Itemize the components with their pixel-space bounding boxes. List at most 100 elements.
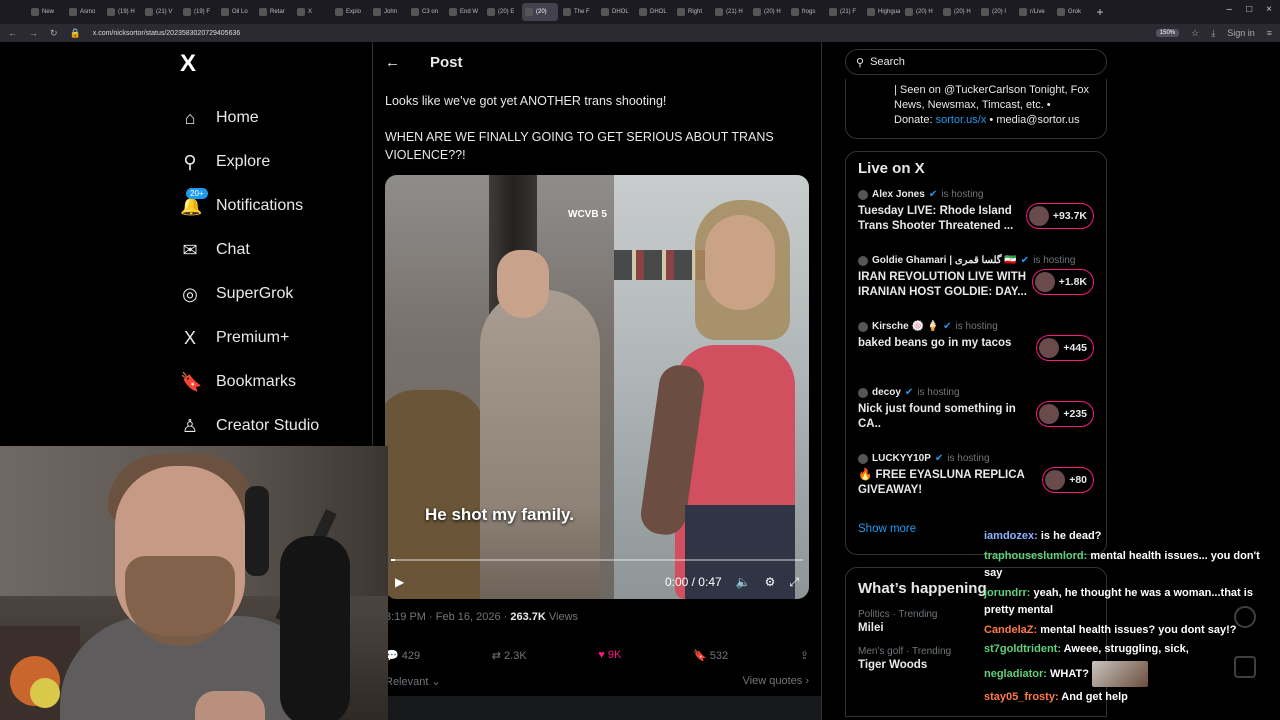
- browser-tab[interactable]: Retar: [256, 3, 292, 21]
- nav-premium[interactable]: X Premium+: [170, 316, 370, 360]
- browser-tab[interactable]: John: [370, 3, 406, 21]
- browser-tab[interactable]: Oil Lo: [218, 3, 254, 21]
- listener-count-pill[interactable]: +93.7K: [1025, 203, 1094, 229]
- browser-tab[interactable]: X: [294, 3, 330, 21]
- like-button[interactable]: ♥ 9K: [598, 649, 621, 662]
- tab-label: (20) H: [954, 9, 971, 15]
- repost-button[interactable]: ⇄ 2.3K: [492, 649, 527, 662]
- fullscreen-icon[interactable]: ⤢: [789, 575, 799, 590]
- back-arrow-icon[interactable]: ←: [385, 54, 400, 71]
- share-icon[interactable]: ⇪: [800, 649, 809, 662]
- sign-in-button[interactable]: Sign in: [1227, 28, 1255, 38]
- reply-count: 429: [401, 650, 421, 662]
- video-player[interactable]: WCVB 5 He shot my family. ▶ 0:00 / 0:47 …: [385, 175, 809, 599]
- donate-link[interactable]: sortor.us/x: [936, 114, 987, 126]
- tab-favicon-icon: [259, 8, 267, 16]
- nav-creator-studio[interactable]: ♙ Creator Studio: [170, 404, 370, 448]
- browser-tab[interactable]: Grok: [1054, 3, 1090, 21]
- avatar: [858, 387, 868, 398]
- tab-label: (20) H: [764, 9, 781, 15]
- live-item[interactable]: Goldie Ghamari | گلسا قمری 🇮🇷 ✔ is hosting…: [858, 255, 1094, 321]
- browser-tab[interactable]: C3 on: [408, 3, 444, 21]
- browser-tab[interactable]: End W: [446, 3, 482, 21]
- menu-icon[interactable]: ≡: [1267, 28, 1272, 38]
- browser-tab[interactable]: (20): [522, 3, 558, 21]
- tab-favicon-icon: [943, 8, 951, 16]
- reply-sort-dropdown[interactable]: Relevant ⌄: [385, 675, 441, 688]
- browser-tab[interactable]: The F: [560, 3, 596, 21]
- tab-label: (20) H: [916, 9, 933, 15]
- hosting-label: is hosting: [947, 453, 990, 464]
- video-figure: [480, 290, 600, 599]
- live-item[interactable]: Kirsche 🍥 🍦 ✔ is hosting baked beans go in…: [858, 321, 1094, 387]
- browser-tab[interactable]: (20) H: [940, 3, 976, 21]
- volume-icon[interactable]: 🔈: [736, 575, 751, 589]
- nav-home[interactable]: ⌂ Home: [170, 96, 370, 140]
- download-icon[interactable]: ⤓: [1211, 28, 1215, 39]
- browser-tab[interactable]: DHOL: [636, 3, 672, 21]
- nav-supergrok[interactable]: ◎ SuperGrok: [170, 272, 370, 316]
- minimize-button[interactable]: –: [1227, 4, 1233, 15]
- browser-tab[interactable]: (20) E: [484, 3, 520, 21]
- browser-tab[interactable]: Right: [674, 3, 710, 21]
- video-time: 0:00 / 0:47: [664, 575, 722, 589]
- settings-gear-icon[interactable]: ⚙: [765, 575, 776, 589]
- nav-label: Premium+: [216, 329, 290, 346]
- host-name: Kirsche 🍥 🍦: [872, 321, 940, 332]
- maximize-button[interactable]: □: [1246, 4, 1252, 15]
- live-item[interactable]: Alex Jones ✔ is hosting Tuesday LIVE: Rhod…: [858, 189, 1094, 255]
- browser-tab[interactable]: (19) H: [104, 3, 140, 21]
- forward-arrow-icon[interactable]: →: [29, 28, 38, 38]
- live-item[interactable]: decoy ✔ is hosting Nick just found somethi…: [858, 387, 1094, 453]
- chat-message: stay05_frosty: And get help: [984, 690, 1128, 703]
- browser-tab[interactable]: Highgua: [864, 3, 900, 21]
- back-arrow-icon[interactable]: ←: [8, 28, 17, 38]
- listener-count-pill[interactable]: +235: [1036, 401, 1094, 427]
- reply-button[interactable]: 💬 429: [385, 649, 420, 662]
- browser-tab[interactable]: frogs: [788, 3, 824, 21]
- browser-tab[interactable]: Asmo: [66, 3, 102, 21]
- video-progress-bar[interactable]: [391, 559, 803, 561]
- browser-tab[interactable]: (20) H: [902, 3, 938, 21]
- tab-label: (21) H: [726, 9, 743, 15]
- search-icon: ⚲: [183, 151, 197, 172]
- x-logo-icon[interactable]: X: [180, 50, 370, 78]
- star-icon[interactable]: ☆: [1191, 28, 1199, 39]
- tab-favicon-icon: [31, 8, 39, 16]
- browser-tab[interactable]: DHOL: [598, 3, 634, 21]
- browser-tab[interactable]: (20) I: [978, 3, 1014, 21]
- bookmark-button[interactable]: 🔖 532: [693, 649, 728, 662]
- post-timestamp[interactable]: 3:19 PM · Feb 16, 2026: [385, 611, 501, 623]
- browser-tab[interactable]: Explo: [332, 3, 368, 21]
- browser-tab[interactable]: (20) H: [750, 3, 786, 21]
- listener-count-pill[interactable]: +445: [1036, 335, 1094, 361]
- browser-tab[interactable]: (21) F: [826, 3, 862, 21]
- nav-explore[interactable]: ⚲ Explore: [170, 140, 370, 184]
- listener-count-pill[interactable]: +1.8K: [1031, 269, 1094, 295]
- chat-username: CandelaZ: [984, 623, 1034, 636]
- zoom-level[interactable]: 150%: [1155, 29, 1180, 37]
- close-window-button[interactable]: ×: [1266, 4, 1272, 15]
- view-quotes-link[interactable]: View quotes ›: [743, 675, 809, 687]
- tab-favicon-icon: [753, 8, 761, 16]
- browser-tab[interactable]: (21) V: [142, 3, 178, 21]
- reload-icon[interactable]: ↻: [50, 28, 58, 39]
- live-item[interactable]: LUCKYY10P ✔ is hosting 🔥 FREE EYASLUNA REP…: [858, 453, 1094, 519]
- listener-count-pill[interactable]: +80: [1042, 467, 1094, 493]
- browser-tab[interactable]: (21) H: [712, 3, 748, 21]
- play-icon[interactable]: ▶: [395, 575, 404, 589]
- browser-tab[interactable]: (19) F: [180, 3, 216, 21]
- address-input[interactable]: x.com/nicksortor/status/2023583020729405…: [93, 30, 1144, 37]
- listener-count: +235: [1063, 408, 1087, 420]
- nav-label: Explore: [216, 153, 271, 170]
- nav-bookmarks[interactable]: 🔖 Bookmarks: [170, 360, 370, 404]
- nav-chat[interactable]: ✉ Chat: [170, 228, 370, 272]
- browser-tab[interactable]: r/Live: [1016, 3, 1052, 21]
- nav-notifications[interactable]: 🔔 20+ Notifications: [170, 184, 370, 228]
- verified-icon: ✔: [904, 387, 914, 398]
- new-tab-button[interactable]: +: [1092, 5, 1108, 19]
- search-input[interactable]: ⚲ Search: [845, 49, 1107, 75]
- tab-label: DHOL: [612, 9, 629, 15]
- browser-tab[interactable]: New: [28, 3, 64, 21]
- chat-text: Aweee, struggling, sick,: [1063, 643, 1189, 655]
